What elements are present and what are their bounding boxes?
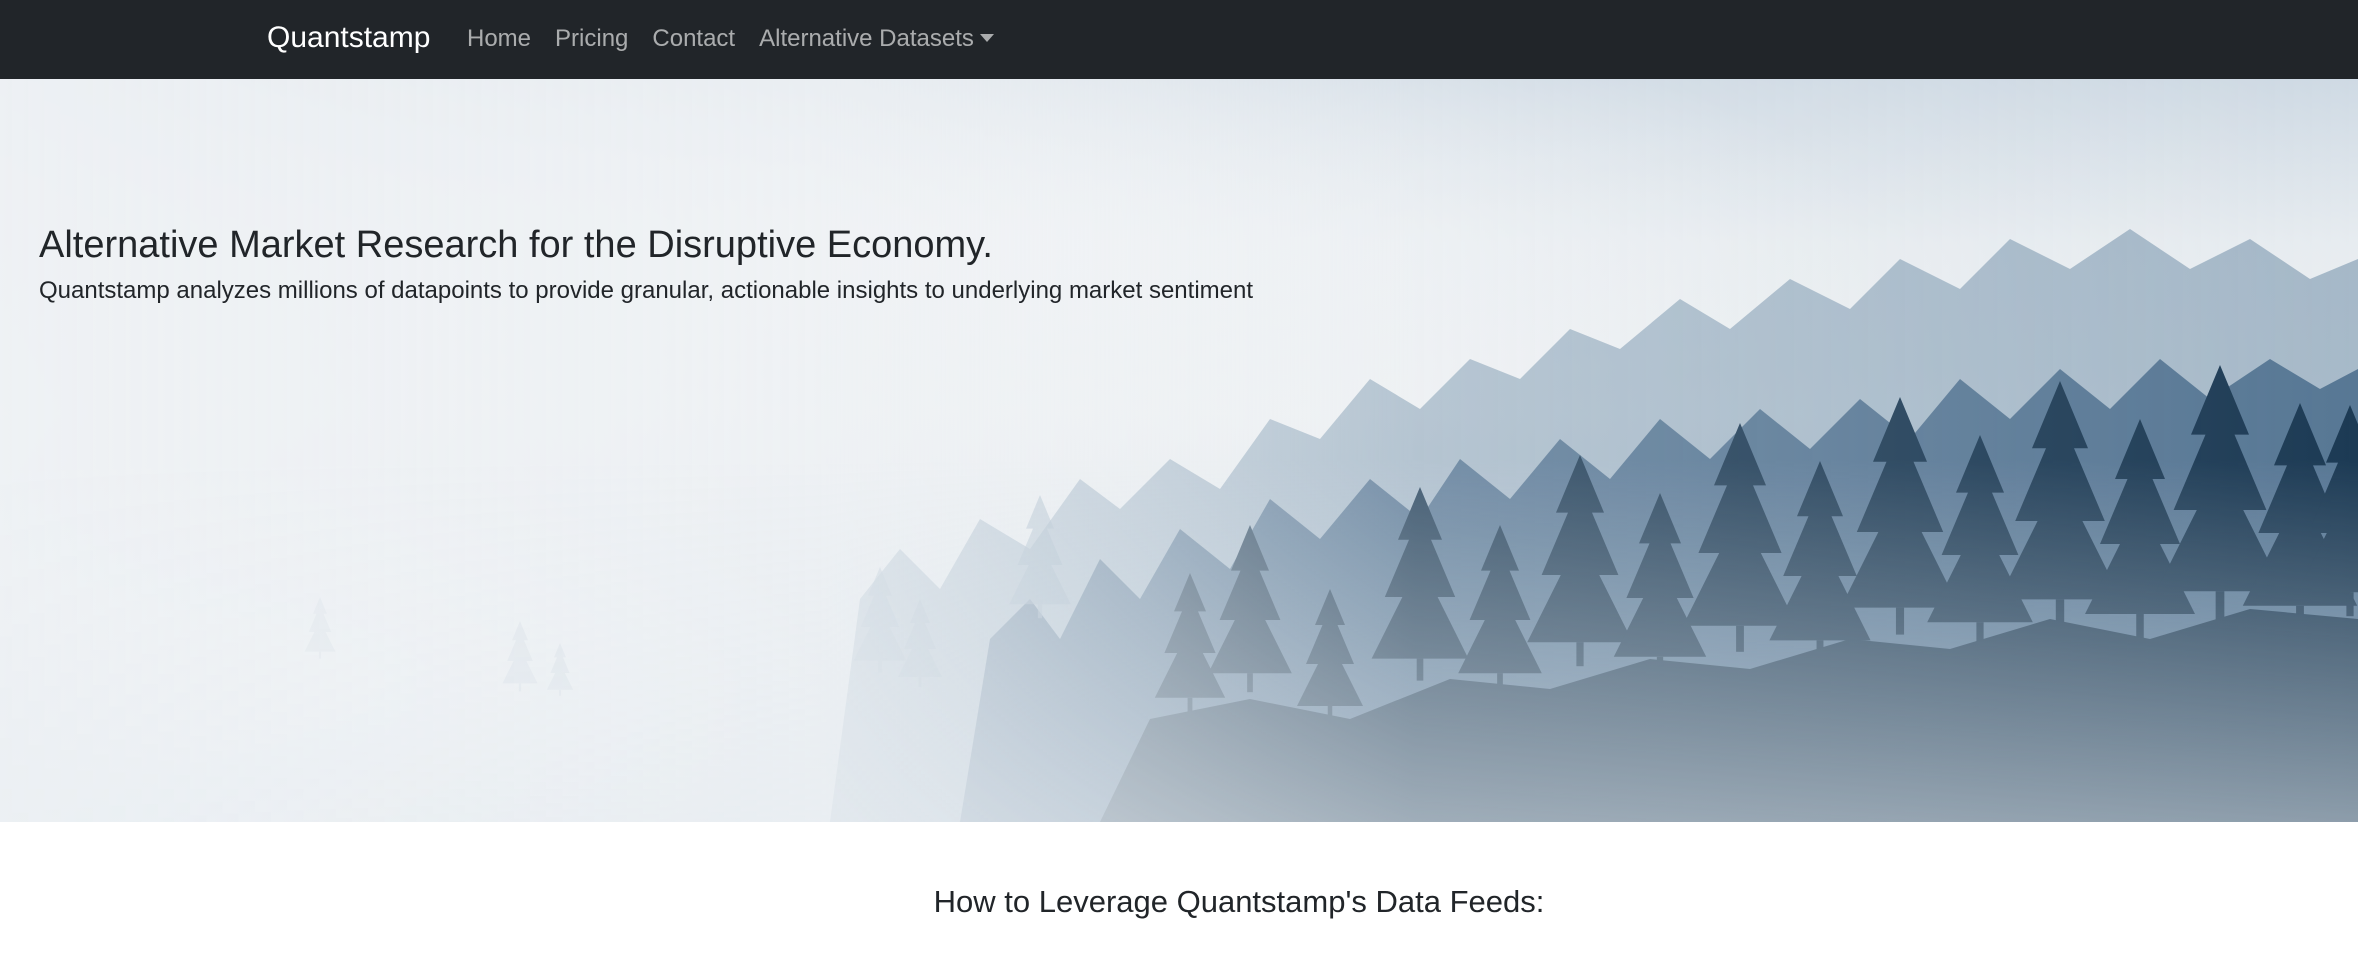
top-navbar: Quantstamp Home Pricing Contact Alternat…	[0, 0, 2358, 79]
data-feeds-heading: How to Leverage Quantstamp's Data Feeds:	[933, 884, 1545, 919]
nav-dropdown-label: Alternative Datasets	[759, 25, 974, 52]
caret-down-icon	[979, 34, 994, 42]
hero-banner: Alternative Market Research for the Disr…	[0, 79, 2358, 822]
hero-subtitle: Quantstamp analyzes millions of datapoin…	[39, 277, 1254, 304]
nav-link-contact[interactable]: Contact	[640, 20, 747, 58]
misty-forest-image	[0, 79, 2358, 822]
brand-link[interactable]: Quantstamp	[267, 18, 430, 58]
nav-link-pricing[interactable]: Pricing	[543, 20, 640, 58]
nav-links: Home Pricing Contact Alternative Dataset…	[455, 20, 1006, 58]
nav-dropdown-alternative-datasets[interactable]: Alternative Datasets	[747, 20, 1006, 58]
hero-title: Alternative Market Research for the Disr…	[39, 224, 993, 266]
nav-link-home[interactable]: Home	[455, 20, 543, 58]
